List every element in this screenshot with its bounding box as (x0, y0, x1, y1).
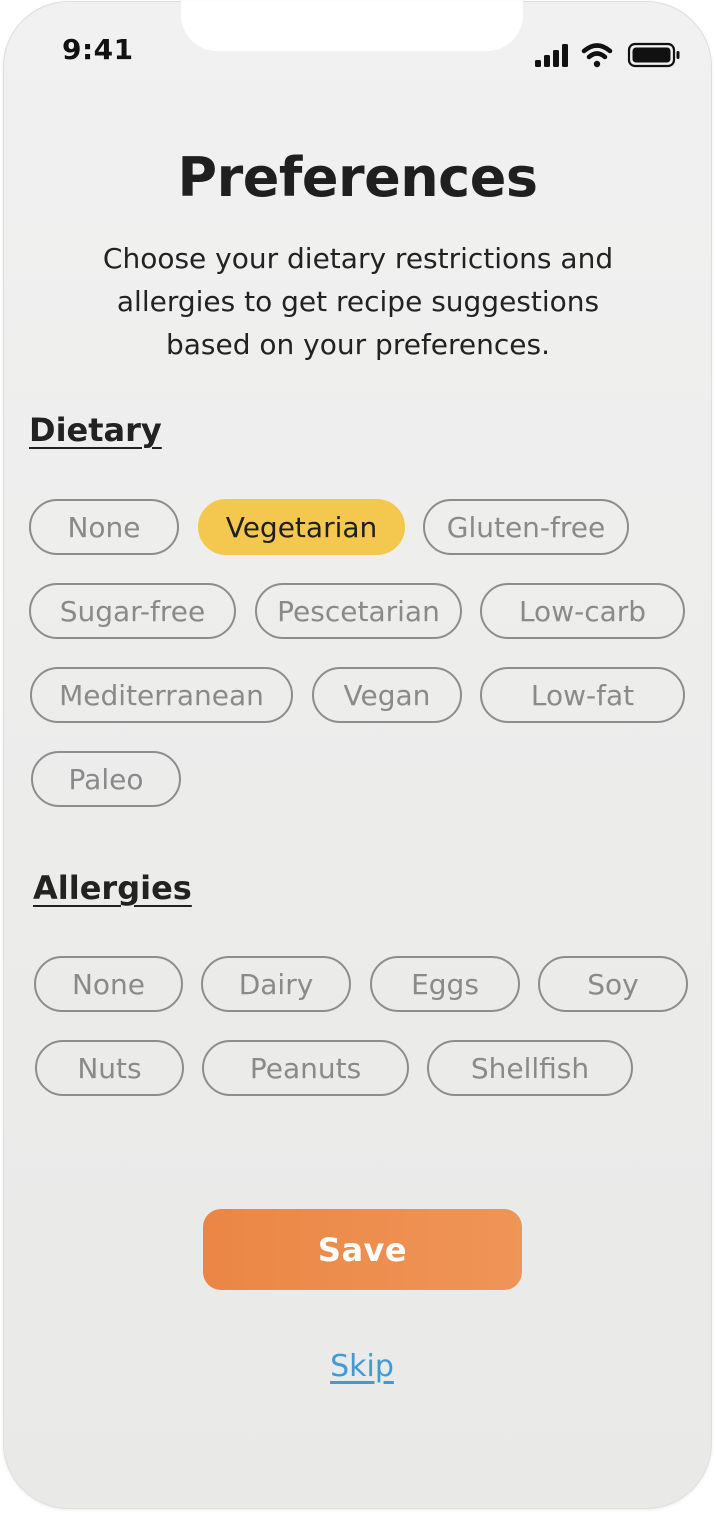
allergies-heading: Allergies (33, 869, 192, 907)
dietary-chip-low-fat[interactable]: Low-fat (480, 667, 685, 723)
notch (181, 1, 523, 51)
status-icons (535, 42, 680, 68)
dietary-chip-low-carb[interactable]: Low-carb (480, 583, 685, 639)
dietary-chip-mediterranean[interactable]: Mediterranean (30, 667, 293, 723)
dietary-chip-paleo[interactable]: Paleo (31, 751, 181, 807)
allergy-chip-eggs[interactable]: Eggs (370, 956, 520, 1012)
page-title: Preferences (177, 146, 538, 209)
page-subtitle: Choose your dietary restrictions and all… (102, 242, 614, 361)
dietary-heading: Dietary (29, 411, 162, 449)
dietary-chip-vegetarian[interactable]: Vegetarian (198, 499, 405, 555)
allergy-chip-soy[interactable]: Soy (538, 956, 688, 1012)
allergy-chip-shellfish[interactable]: Shellfish (427, 1040, 633, 1096)
phone-screen: 9:41 Preferences Choose your dietary res… (3, 1, 712, 1509)
cellular-signal-icon (535, 44, 568, 67)
dietary-chip-vegan[interactable]: Vegan (312, 667, 462, 723)
allergy-chip-nuts[interactable]: Nuts (35, 1040, 184, 1096)
wifi-icon (581, 43, 613, 68)
battery-icon (627, 42, 680, 68)
dietary-chip-none[interactable]: None (29, 499, 179, 555)
allergy-chip-none[interactable]: None (34, 956, 183, 1012)
save-button[interactable]: Save (203, 1209, 522, 1290)
dietary-chip-sugar-free[interactable]: Sugar-free (29, 583, 236, 639)
status-time: 9:41 (62, 33, 134, 66)
skip-link[interactable]: Skip (3, 1349, 712, 1384)
allergy-chip-peanuts[interactable]: Peanuts (202, 1040, 409, 1096)
dietary-chip-pescetarian[interactable]: Pescetarian (255, 583, 462, 639)
dietary-chip-gluten-free[interactable]: Gluten-free (423, 499, 629, 555)
allergy-chip-dairy[interactable]: Dairy (201, 956, 351, 1012)
